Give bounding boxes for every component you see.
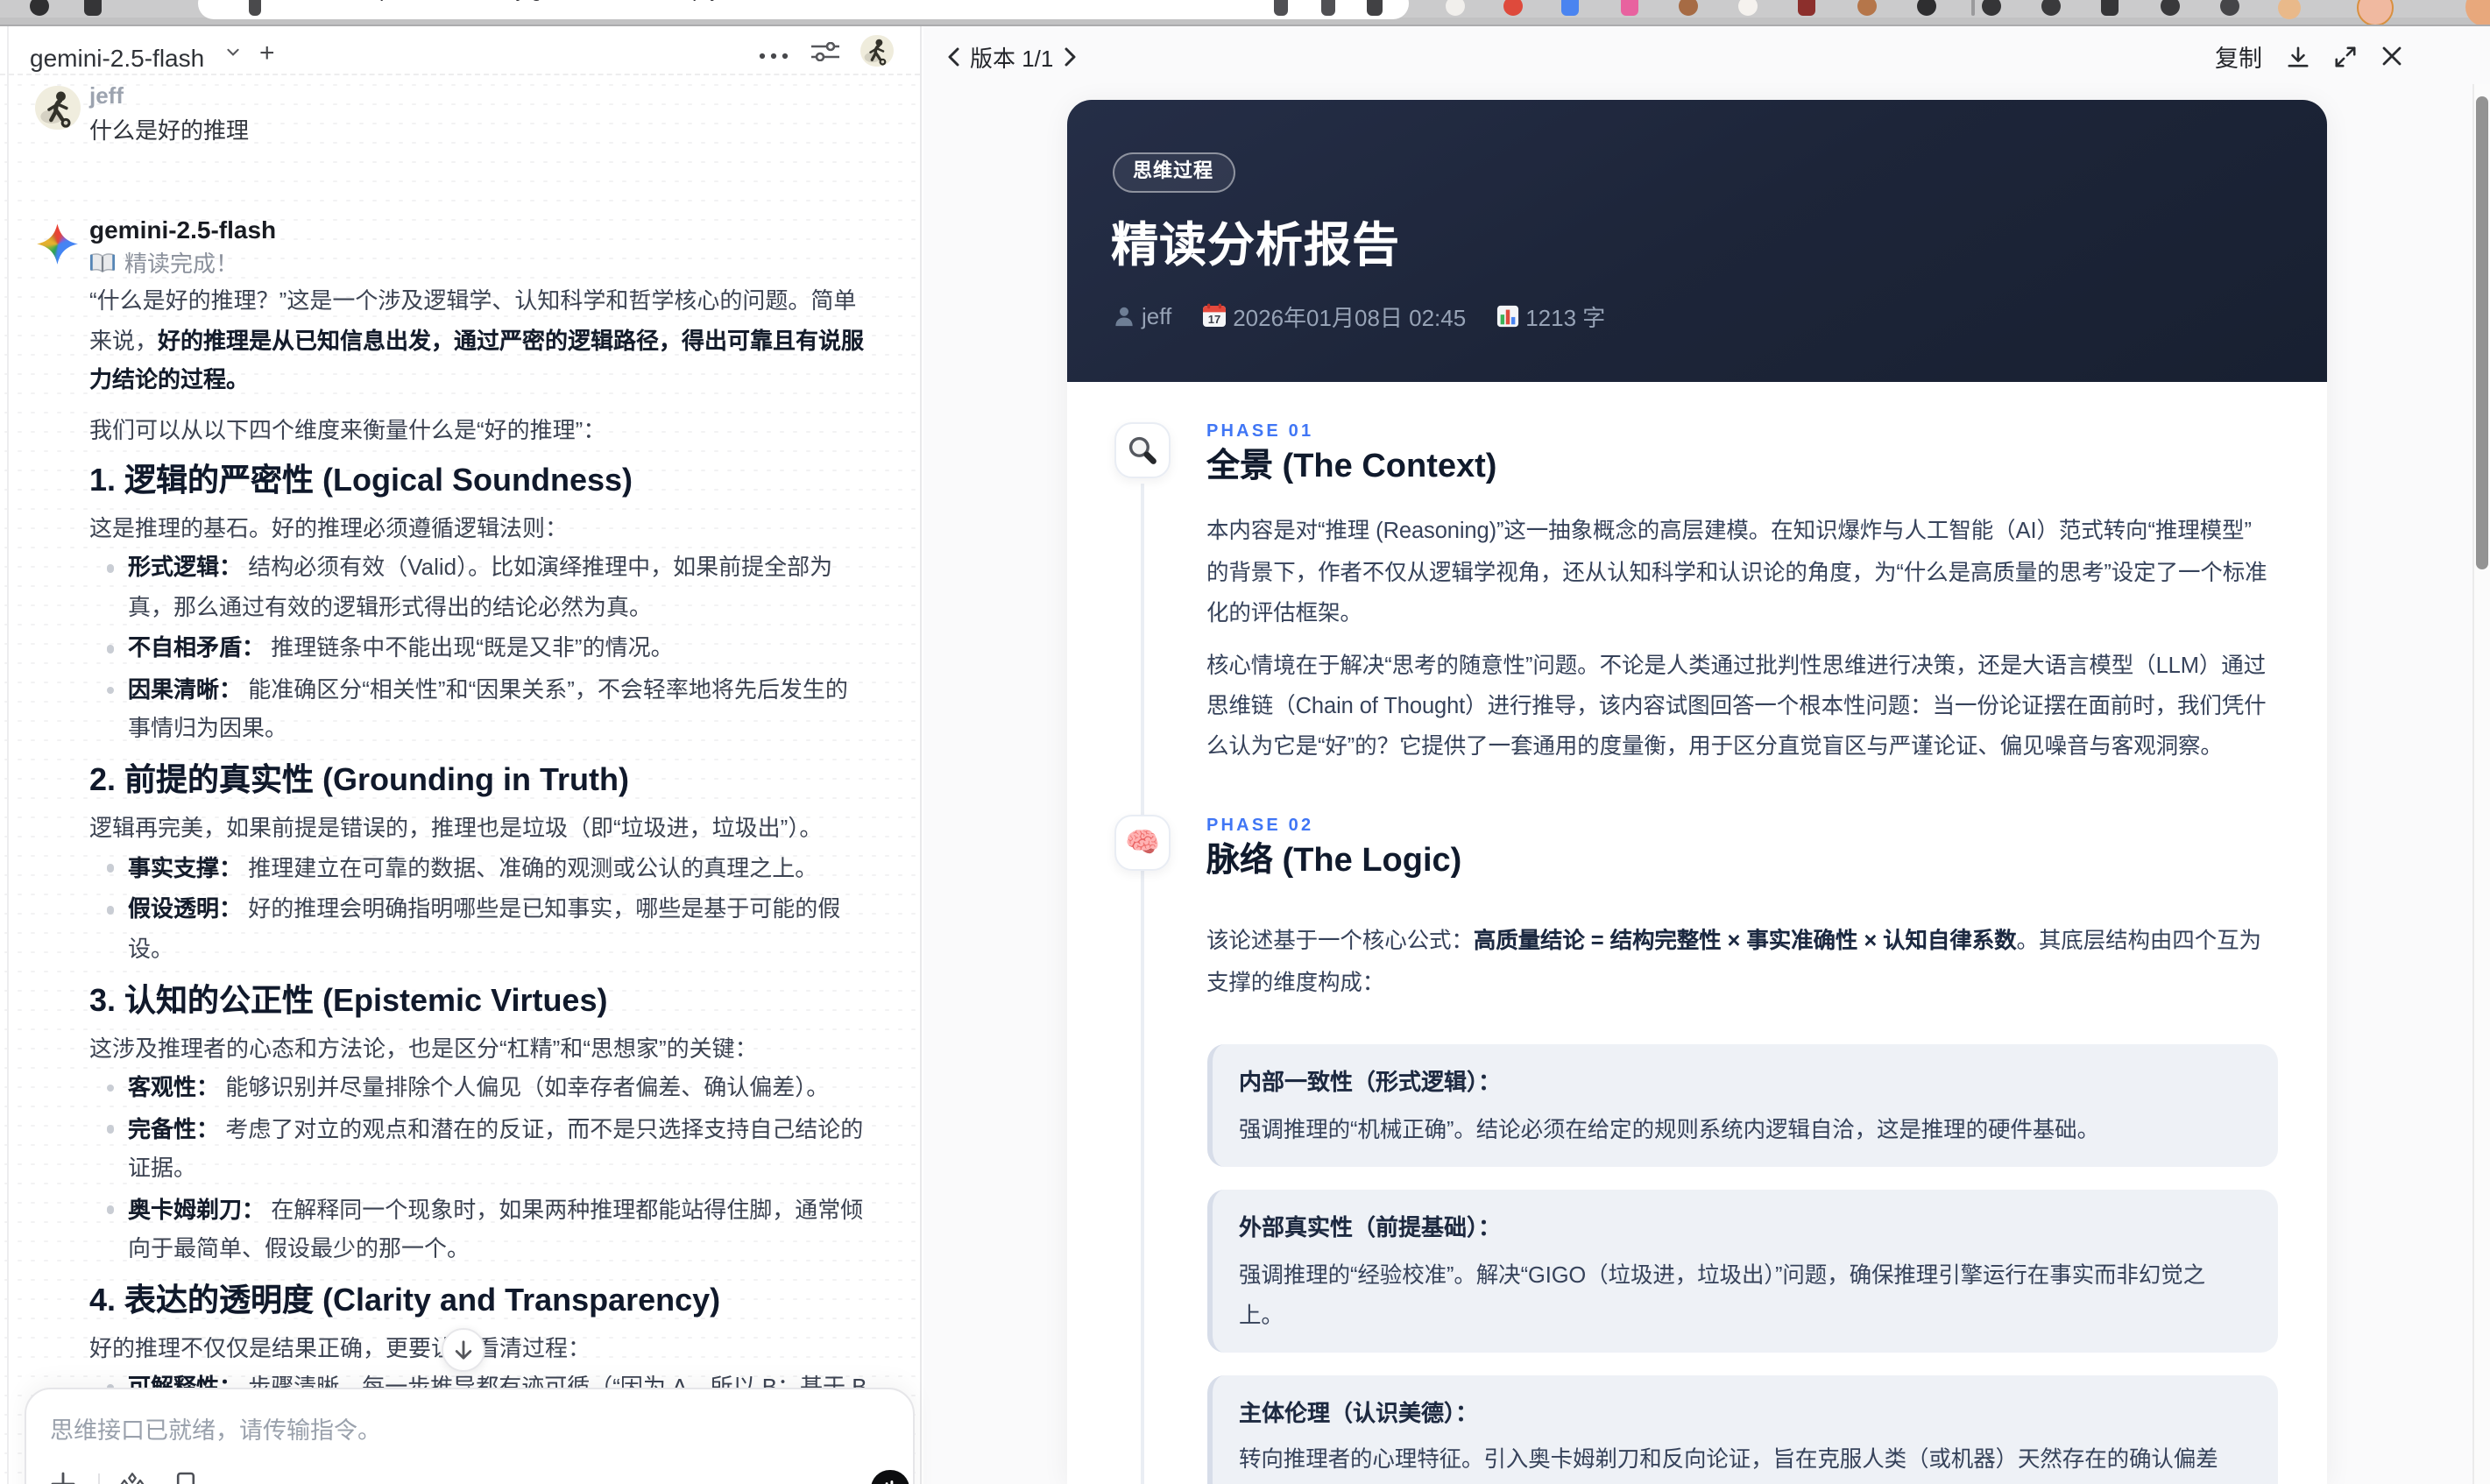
svg-text:17: 17 bbox=[1207, 313, 1220, 326]
